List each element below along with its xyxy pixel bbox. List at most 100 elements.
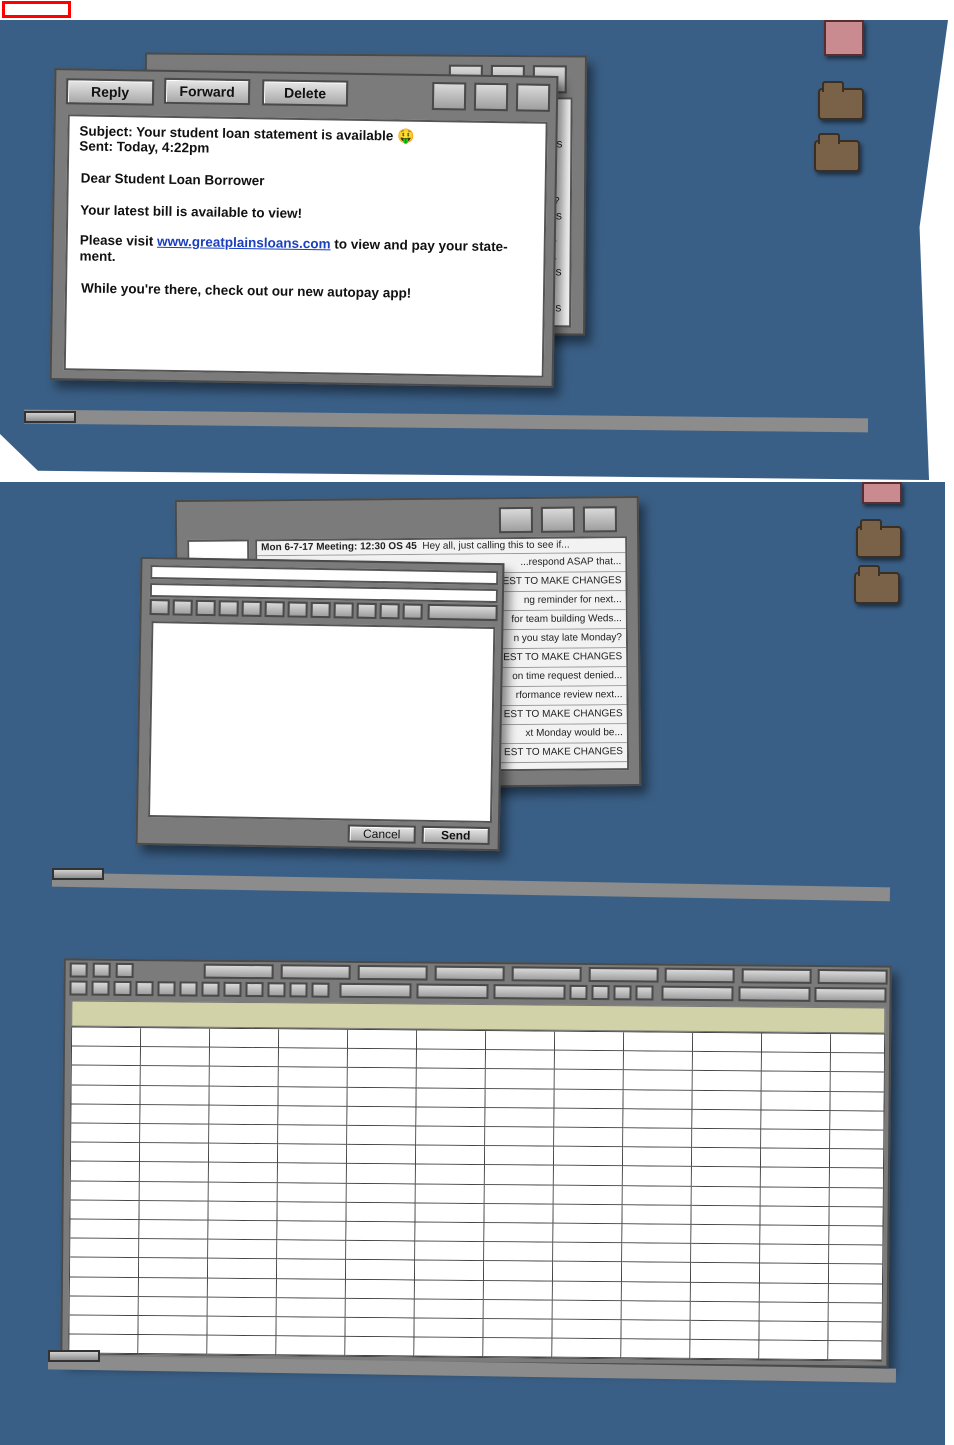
spreadsheet-cell[interactable] (830, 1034, 886, 1054)
spreadsheet-cell[interactable] (828, 1264, 886, 1285)
spreadsheet-cell[interactable] (139, 1220, 209, 1240)
spreadsheet-cell[interactable] (554, 1031, 625, 1052)
spreadsheet-cell[interactable] (140, 1028, 211, 1048)
spreadsheet-cell[interactable] (829, 1187, 886, 1208)
spreadsheet-cell[interactable] (345, 1279, 415, 1300)
spreadsheet-cell[interactable] (276, 1336, 346, 1357)
toolbar-button[interactable] (493, 984, 566, 1000)
spreadsheet-cell[interactable] (138, 1335, 208, 1356)
spreadsheet-cell[interactable] (138, 1296, 208, 1317)
spreadsheet-cell[interactable] (277, 1221, 347, 1242)
forward-button[interactable]: Forward (163, 77, 251, 106)
spreadsheet-cell[interactable] (140, 1104, 210, 1125)
format-button[interactable] (195, 599, 216, 617)
spreadsheet-cell[interactable] (139, 1181, 209, 1202)
spreadsheet-cell[interactable] (554, 1089, 624, 1110)
spreadsheet-cell[interactable] (70, 1200, 140, 1221)
toolbar-button[interactable] (280, 964, 351, 980)
spreadsheet-cell[interactable] (414, 1318, 484, 1339)
toolbar-button[interactable] (339, 982, 412, 999)
spreadsheet-cell[interactable] (140, 1085, 210, 1106)
spreadsheet-cell[interactable] (415, 1145, 486, 1166)
spreadsheet-cell[interactable] (485, 1127, 555, 1147)
compose-to-field[interactable] (150, 565, 499, 586)
spreadsheet-cell[interactable] (552, 1319, 622, 1340)
spreadsheet-cell[interactable] (278, 1067, 348, 1088)
spreadsheet-cell[interactable] (208, 1182, 278, 1203)
spreadsheet-cell[interactable] (207, 1259, 278, 1279)
spreadsheet-cell[interactable] (414, 1280, 484, 1300)
folder-icon[interactable] (814, 133, 860, 172)
spreadsheet-cell[interactable] (484, 1184, 554, 1205)
spreadsheet-cell[interactable] (346, 1164, 416, 1185)
spreadsheet-cell[interactable] (760, 1206, 830, 1227)
spreadsheet-cell[interactable] (346, 1145, 417, 1165)
spreadsheet-cell[interactable] (209, 1047, 279, 1068)
spreadsheet-cell[interactable] (347, 1029, 418, 1050)
toolbar-button[interactable] (179, 981, 198, 997)
spreadsheet-cell[interactable] (414, 1299, 484, 1320)
spreadsheet-cell[interactable] (71, 1104, 141, 1125)
spreadsheet-cell[interactable] (553, 1242, 623, 1263)
spreadsheet-cell[interactable] (759, 1340, 829, 1361)
spreadsheet-cell[interactable] (207, 1297, 277, 1318)
spreadsheet-cell[interactable] (208, 1220, 278, 1241)
spreadsheet-cell[interactable] (690, 1320, 760, 1341)
spreadsheet-cell[interactable] (71, 1065, 141, 1086)
toolbar-button[interactable] (817, 968, 888, 985)
spreadsheet-cell[interactable] (485, 1069, 555, 1090)
spreadsheet-cell[interactable] (760, 1148, 831, 1169)
spreadsheet-cell[interactable] (760, 1187, 830, 1207)
spreadsheet-cell[interactable] (692, 1052, 762, 1072)
spreadsheet-cell[interactable] (691, 1224, 761, 1245)
spreadsheet-cell[interactable] (278, 1125, 348, 1146)
spreadsheet-cell[interactable] (414, 1260, 485, 1281)
spreadsheet-cell[interactable] (759, 1321, 829, 1342)
spreadsheet-cell[interactable] (484, 1146, 555, 1167)
spreadsheet-cell[interactable] (621, 1320, 691, 1341)
spreadsheet-cell[interactable] (277, 1182, 347, 1203)
spreadsheet-cell[interactable] (415, 1222, 485, 1243)
spreadsheet-cell[interactable] (69, 1257, 140, 1278)
toolbar-button[interactable] (203, 963, 274, 980)
toolbar-button[interactable] (591, 985, 610, 1001)
format-button[interactable] (287, 601, 308, 618)
toolbar-button[interactable] (289, 982, 308, 998)
spreadsheet-cell[interactable] (621, 1262, 692, 1283)
toolbar-button[interactable] (664, 967, 735, 984)
spreadsheet-cell[interactable] (209, 1086, 279, 1107)
spreadsheet-cell[interactable] (345, 1260, 416, 1281)
spreadsheet-cell[interactable] (345, 1317, 415, 1338)
spreadsheet-cell[interactable] (760, 1244, 830, 1265)
spreadsheet-cell[interactable] (139, 1143, 210, 1164)
spreadsheet-cell[interactable] (553, 1146, 624, 1167)
window-control-button[interactable] (515, 83, 551, 112)
spreadsheet-cell[interactable] (692, 1032, 763, 1053)
spreadsheet-cell[interactable] (278, 1106, 348, 1126)
spreadsheet-cell[interactable] (622, 1224, 692, 1245)
spreadsheet-cell[interactable] (414, 1337, 484, 1358)
toolbar-button[interactable] (434, 965, 505, 982)
spreadsheet-cell[interactable] (207, 1335, 277, 1356)
trash-icon[interactable] (862, 482, 902, 504)
spreadsheet-cell[interactable] (485, 1088, 555, 1109)
toolbar-button[interactable] (92, 962, 111, 978)
spreadsheet-cell[interactable] (692, 1128, 762, 1149)
spreadsheet-cell[interactable] (621, 1339, 691, 1360)
spreadsheet-cell[interactable] (483, 1280, 553, 1301)
toolbar-button[interactable] (613, 985, 632, 1001)
spreadsheet-cell[interactable] (690, 1340, 760, 1360)
spreadsheet-cell[interactable] (415, 1184, 485, 1204)
spreadsheet-cell[interactable] (484, 1242, 554, 1263)
spreadsheet-cell[interactable] (140, 1066, 210, 1087)
spreadsheet-cell[interactable] (623, 1128, 693, 1149)
spreadsheet-cell[interactable] (554, 1070, 624, 1090)
spreadsheet-cell[interactable] (277, 1202, 347, 1222)
spreadsheet-cell[interactable] (276, 1259, 347, 1280)
spreadsheet-cell[interactable] (485, 1050, 555, 1071)
toolbar-button[interactable] (635, 985, 654, 1001)
format-button[interactable] (333, 602, 354, 619)
spreadsheet-cell[interactable] (691, 1167, 761, 1188)
spreadsheet-cell[interactable] (622, 1185, 692, 1206)
spreadsheet-cell[interactable] (278, 1086, 348, 1107)
